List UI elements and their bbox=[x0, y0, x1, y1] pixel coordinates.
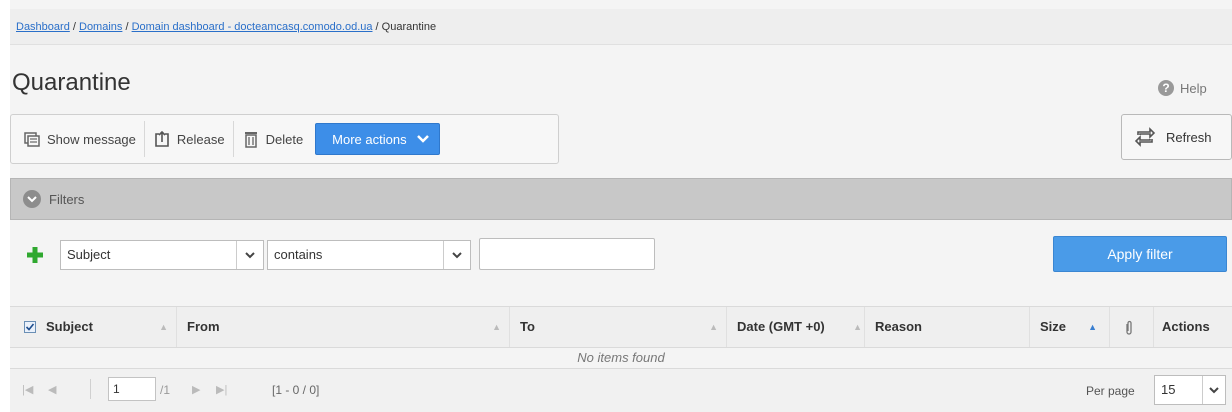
help-label: Help bbox=[1180, 80, 1207, 96]
more-actions-label: More actions bbox=[332, 131, 407, 147]
breadcrumb-current: Quarantine bbox=[381, 21, 437, 33]
sort-icon: ▲ bbox=[492, 322, 501, 332]
column-reason[interactable]: Reason bbox=[865, 307, 1030, 347]
action-toolbar: Show message Release Delete More actions bbox=[10, 114, 559, 164]
filter-operator-value: contains bbox=[274, 247, 323, 262]
filters-label: Filters bbox=[49, 191, 85, 207]
breadcrumb-domain-dashboard-link[interactable]: Domain dashboard - docteamcasq.comodo.od… bbox=[132, 21, 373, 33]
last-page-icon[interactable]: ▶| bbox=[216, 383, 227, 396]
column-date[interactable]: Date (GMT +0) ▲ bbox=[727, 307, 865, 347]
breadcrumb-separator: / bbox=[372, 21, 382, 33]
release-button[interactable]: Release bbox=[144, 121, 234, 157]
release-label: Release bbox=[176, 131, 225, 147]
column-to[interactable]: To ▲ bbox=[510, 307, 727, 347]
column-attachment[interactable] bbox=[1110, 307, 1154, 347]
chevron-down-icon bbox=[1202, 376, 1225, 404]
show-message-button[interactable]: Show message bbox=[15, 121, 145, 157]
plus-icon[interactable] bbox=[26, 246, 44, 264]
delete-label: Delete bbox=[265, 131, 304, 147]
column-to-label: To bbox=[520, 319, 535, 334]
column-actions: Actions bbox=[1154, 307, 1232, 347]
total-pages: /1 bbox=[160, 383, 171, 397]
filter-field-select[interactable]: Subject bbox=[60, 240, 264, 270]
page-range: [1 - 0 / 0] bbox=[272, 383, 320, 397]
empty-table-message: No items found bbox=[577, 350, 665, 365]
per-page-value: 15 bbox=[1161, 382, 1176, 397]
column-size[interactable]: Size ▲ bbox=[1030, 307, 1110, 347]
refresh-button[interactable]: Refresh bbox=[1121, 114, 1232, 160]
trash-icon bbox=[244, 132, 257, 148]
refresh-icon bbox=[1134, 127, 1156, 147]
message-icon bbox=[24, 132, 40, 147]
chevron-down-icon bbox=[236, 241, 263, 269]
sort-icon: ▲ bbox=[853, 322, 862, 332]
column-from[interactable]: From ▲ bbox=[177, 307, 510, 347]
next-page-icon[interactable]: ▶ bbox=[192, 383, 200, 396]
per-page-select[interactable]: 15 bbox=[1154, 375, 1226, 405]
first-page-icon[interactable]: |◀ bbox=[22, 383, 33, 396]
refresh-label: Refresh bbox=[1166, 129, 1212, 145]
breadcrumb-domains-link[interactable]: Domains bbox=[79, 21, 122, 33]
show-message-label: Show message bbox=[47, 131, 136, 147]
more-actions-dropdown[interactable]: More actions bbox=[315, 123, 440, 155]
column-size-label: Size bbox=[1040, 319, 1067, 334]
help-link[interactable]: ? Help bbox=[1158, 80, 1207, 96]
help-icon: ? bbox=[1158, 80, 1174, 96]
apply-filter-button[interactable]: Apply filter bbox=[1053, 236, 1227, 272]
column-reason-label: Reason bbox=[875, 319, 922, 334]
filters-toggle[interactable]: Filters bbox=[10, 178, 1232, 220]
table-header: Subject ▲ From ▲ To ▲ Date (GMT +0) ▲ Re… bbox=[10, 306, 1232, 348]
column-subject-label: Subject bbox=[46, 319, 93, 334]
column-actions-label: Actions bbox=[1162, 319, 1210, 334]
sort-icon: ▲ bbox=[1088, 322, 1097, 332]
prev-page-icon[interactable]: ◀ bbox=[48, 383, 56, 396]
page-number-input[interactable]: 1 bbox=[108, 377, 156, 401]
sort-icon: ▲ bbox=[709, 322, 718, 332]
pagination-bar: |◀ ◀ 1 /1 ▶ ▶| [1 - 0 / 0] Per page 15 bbox=[10, 368, 1232, 412]
select-all-checkbox[interactable] bbox=[24, 321, 36, 333]
breadcrumb-dashboard-link[interactable]: Dashboard bbox=[16, 21, 70, 33]
chevron-down-icon bbox=[416, 135, 429, 143]
column-subject[interactable]: Subject ▲ bbox=[10, 307, 177, 347]
per-page-label: Per page bbox=[1086, 384, 1135, 398]
release-icon bbox=[155, 130, 169, 147]
filter-operator-select[interactable]: contains bbox=[267, 240, 471, 270]
page-title: Quarantine bbox=[12, 69, 131, 96]
column-from-label: From bbox=[187, 319, 220, 334]
breadcrumb: Dashboard / Domains / Domain dashboard -… bbox=[10, 9, 1232, 45]
breadcrumb-separator: / bbox=[69, 21, 79, 33]
chevron-down-icon bbox=[443, 241, 470, 269]
filter-value-input[interactable] bbox=[479, 238, 655, 270]
sort-icon: ▲ bbox=[159, 322, 168, 332]
paperclip-icon bbox=[1126, 320, 1132, 335]
breadcrumb-separator: / bbox=[122, 21, 132, 33]
delete-button[interactable]: Delete bbox=[233, 121, 312, 157]
quarantine-page: Dashboard / Domains / Domain dashboard -… bbox=[10, 0, 1232, 412]
pager-divider bbox=[90, 379, 91, 399]
column-date-label: Date (GMT +0) bbox=[737, 319, 825, 334]
filter-field-value: Subject bbox=[67, 247, 111, 262]
chevron-down-icon bbox=[23, 190, 41, 208]
